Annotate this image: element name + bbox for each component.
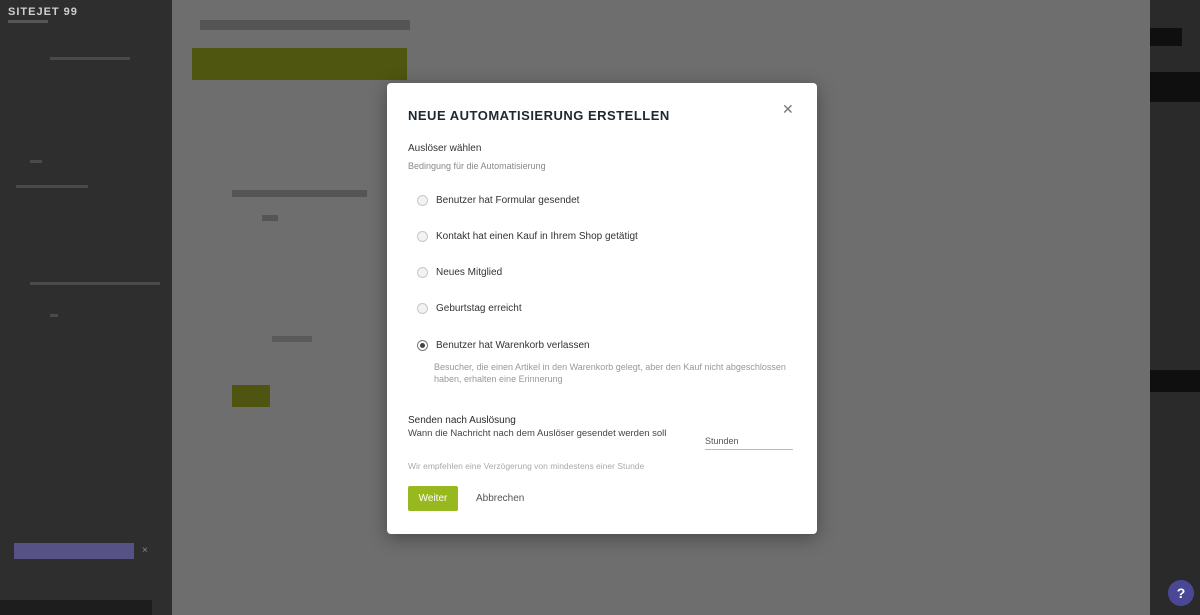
sidebar-item[interactable] — [50, 57, 130, 60]
trigger-hint: Bedingung für die Automatisierung — [408, 161, 546, 171]
rail-item[interactable] — [1150, 72, 1200, 102]
primary-action-bar[interactable] — [192, 48, 407, 80]
right-rail — [1150, 0, 1200, 615]
cancel-button[interactable]: Abbrechen — [476, 493, 524, 504]
sidebar: SITEJET 99 × — [0, 0, 172, 615]
brand-subtitle-placeholder — [8, 20, 48, 23]
radio-button[interactable] — [417, 195, 428, 206]
input-underline — [705, 449, 793, 450]
promo-banner[interactable] — [14, 543, 134, 559]
help-icon[interactable]: ? — [1168, 580, 1194, 606]
trigger-option-member[interactable]: Neues Mitglied — [417, 267, 502, 278]
empty-state-text — [272, 336, 312, 342]
option-label: Benutzer hat Formular gesendet — [436, 195, 580, 206]
trigger-option-birthday[interactable]: Geburtstag erreicht — [417, 303, 522, 314]
delay-section-title: Senden nach Auslösung — [408, 415, 516, 426]
trigger-option-form[interactable]: Benutzer hat Formular gesendet — [417, 195, 579, 206]
create-automation-modal: NEUE AUTOMATISIERUNG ERSTELLEN ✕ Auslöse… — [387, 83, 817, 534]
radio-button-checked[interactable] — [417, 340, 428, 351]
sidebar-item[interactable] — [16, 185, 88, 188]
sidebar-footer — [0, 600, 152, 615]
sidebar-item[interactable] — [30, 160, 42, 163]
brand-logo[interactable]: SITEJET 99 — [8, 6, 78, 18]
radio-button[interactable] — [417, 267, 428, 278]
delay-unit-select[interactable]: Stunden — [705, 436, 739, 446]
empty-state-text — [262, 215, 278, 221]
option-label: Kontakt hat einen Kauf in Ihrem Shop get… — [436, 231, 638, 242]
trigger-option-purchase[interactable]: Kontakt hat einen Kauf in Ihrem Shop get… — [417, 231, 638, 242]
close-icon[interactable]: ✕ — [782, 101, 794, 118]
modal-title: NEUE AUTOMATISIERUNG ERSTELLEN — [408, 108, 670, 123]
sidebar-item[interactable] — [30, 282, 160, 285]
option-label: Neues Mitglied — [436, 267, 503, 278]
close-icon[interactable]: × — [142, 545, 148, 556]
rail-item[interactable] — [1150, 370, 1200, 392]
rail-item[interactable] — [1150, 28, 1182, 46]
radio-button[interactable] — [417, 231, 428, 242]
trigger-label: Auslöser wählen — [408, 143, 482, 154]
page-title — [200, 20, 410, 30]
option-description: Besucher, die einen Artikel in den Waren… — [434, 362, 786, 384]
sidebar-item[interactable] — [50, 314, 58, 317]
option-label: Benutzer hat Warenkorb verlassen — [436, 340, 590, 351]
next-button[interactable]: Weiter — [408, 486, 458, 511]
delay-note: Wir empfehlen eine Verzögerung von minde… — [408, 461, 645, 471]
radio-button[interactable] — [417, 303, 428, 314]
empty-state-heading — [232, 190, 367, 197]
trigger-option-cart[interactable]: Benutzer hat Warenkorb verlassen — [417, 340, 590, 351]
option-label: Geburtstag erreicht — [436, 303, 522, 314]
delay-section-description: Wann die Nachricht nach dem Auslöser ges… — [408, 428, 667, 439]
create-button[interactable] — [232, 385, 270, 407]
